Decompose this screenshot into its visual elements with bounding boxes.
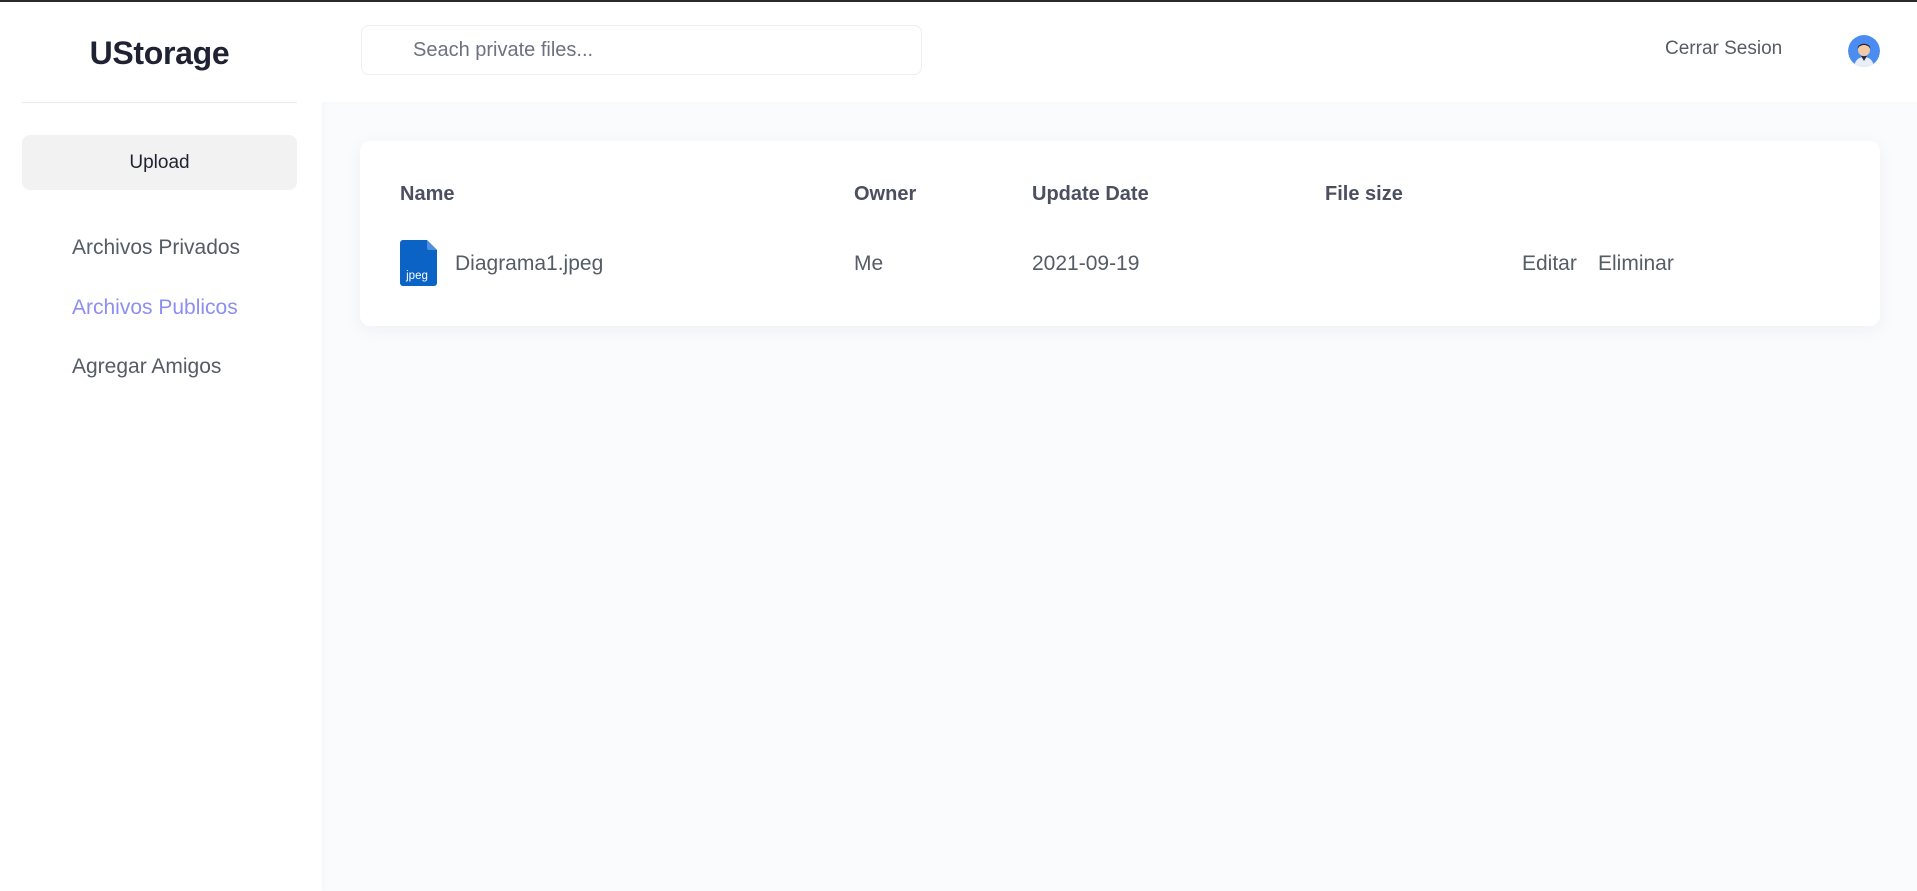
sidebar-divider bbox=[22, 102, 297, 103]
column-header-owner[interactable]: Owner bbox=[854, 183, 916, 206]
search-box bbox=[361, 25, 922, 75]
sidebar-item-agregar-amigos[interactable]: Agregar Amigos bbox=[72, 355, 221, 379]
search-input[interactable] bbox=[362, 26, 921, 74]
file-type-label: jpeg bbox=[405, 270, 428, 282]
upload-button[interactable]: Upload bbox=[22, 135, 297, 190]
top-bar: Cerrar Sesion bbox=[322, 2, 1917, 102]
app-logo: UStorage bbox=[89, 35, 230, 71]
logout-button[interactable]: Cerrar Sesion bbox=[1665, 38, 1782, 60]
file-name[interactable]: Diagrama1.jpeg bbox=[455, 252, 603, 276]
jpeg-file-icon: jpeg bbox=[400, 240, 437, 286]
file-owner: Me bbox=[854, 252, 884, 275]
user-avatar-icon[interactable] bbox=[1848, 35, 1880, 67]
delete-button[interactable]: Eliminar bbox=[1598, 252, 1674, 276]
sidebar: UStorage Upload Archivos Privados Archiv… bbox=[0, 2, 322, 891]
column-header-name[interactable]: Name bbox=[400, 183, 454, 206]
column-header-update-date[interactable]: Update Date bbox=[1032, 183, 1149, 206]
edit-button[interactable]: Editar bbox=[1522, 252, 1577, 276]
sidebar-item-archivos-privados[interactable]: Archivos Privados bbox=[72, 236, 240, 260]
sidebar-item-archivos-publicos[interactable]: Archivos Publicos bbox=[72, 296, 238, 320]
file-update-date: 2021-09-19 bbox=[1032, 252, 1140, 275]
files-table: Name Owner Update Date File size jpeg Di… bbox=[360, 141, 1880, 326]
column-header-file-size[interactable]: File size bbox=[1325, 183, 1403, 206]
